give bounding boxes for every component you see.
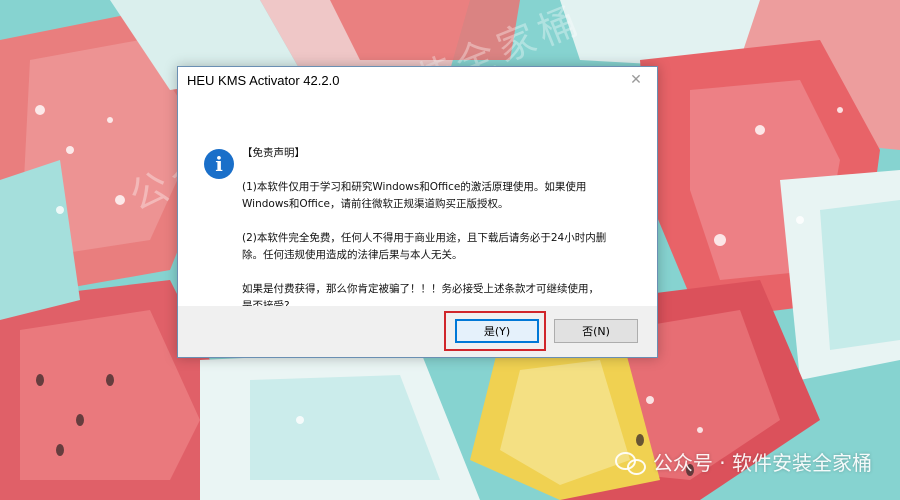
message-line: 除。任何违规使用造成的法律后果与本人无关。 (242, 249, 463, 261)
wechat-icon (614, 451, 646, 475)
watermark-corner: 公众号 · 软件安装全家桶 (614, 447, 872, 476)
message-line: (1)本软件仅用于学习和研究Windows和Office的激活原理使用。如果使用 (242, 181, 587, 193)
watermark-corner-text: 公众号 · 软件安装全家桶 (652, 451, 872, 475)
dialog-title: HEU KMS Activator 42.2.0 (187, 72, 340, 88)
dialog-titlebar[interactable]: HEU KMS Activator 42.2.0 ✕ (178, 67, 657, 93)
dialog-content: i 【免责声明】 (1)本软件仅用于学习和研究Windows和Office的激活… (178, 93, 657, 312)
message-line: Windows和Office，请前往微软正规渠道购买正版授权。 (242, 198, 509, 210)
close-icon: ✕ (630, 72, 642, 88)
info-icon: i (204, 149, 234, 179)
close-button[interactable]: ✕ (625, 70, 647, 90)
message-line: 如果是付费获得，那么你肯定被骗了！！！务必接受上述条款才可继续使用， (242, 283, 599, 295)
no-button[interactable]: 否(N) (554, 319, 638, 343)
dialog-button-bar: 是(Y) 否(N) (178, 306, 657, 357)
message-line: (2)本软件完全免费，任何人不得用于商业用途，且下载后请务必于24小时内删 (242, 232, 607, 244)
disclaimer-dialog: HEU KMS Activator 42.2.0 ✕ i 【免责声明】 (1)本… (177, 66, 658, 358)
yes-button[interactable]: 是(Y) (455, 319, 539, 343)
disclaimer-message: 【免责声明】 (1)本软件仅用于学习和研究Windows和Office的激活原理… (242, 147, 642, 315)
message-heading: 【免责声明】 (242, 147, 305, 159)
